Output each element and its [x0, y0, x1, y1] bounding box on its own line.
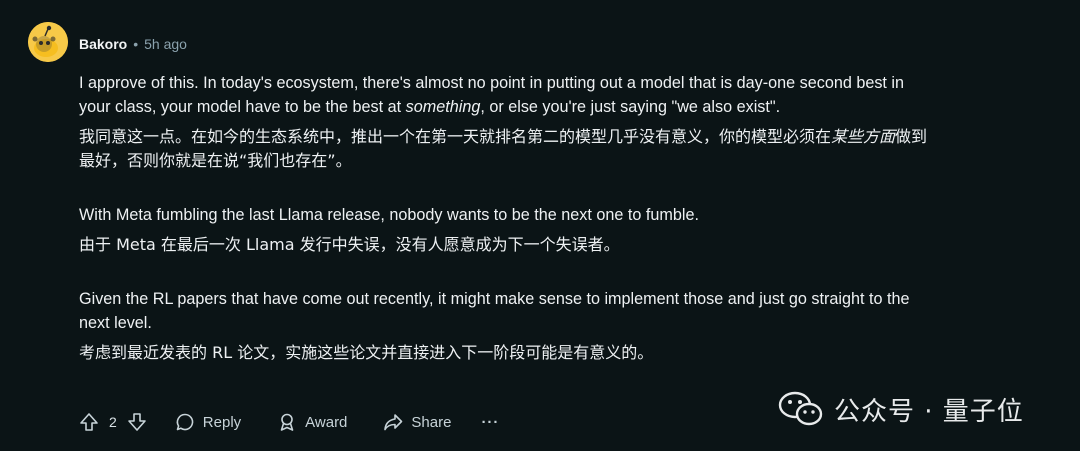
vote-count: 2 — [109, 414, 117, 430]
share-button[interactable]: Share — [383, 412, 451, 432]
snoo-avatar-icon — [28, 22, 68, 62]
paragraph-chinese-1: 我同意这一点。在如今的生态系统中，推出一个在第一天就排名第二的模型几乎没有意义，… — [79, 127, 928, 170]
reply-button[interactable]: Reply — [175, 412, 241, 432]
award-button[interactable]: Award — [277, 412, 347, 432]
watermark-text: 公众号 · 量子位 — [834, 396, 1024, 427]
emphasis-text-zh: 某些方面 — [831, 127, 896, 146]
paragraph-english-1: I approve of this. In today's ecosystem,… — [79, 74, 905, 116]
award-label: Award — [305, 413, 348, 431]
timestamp[interactable]: 5h ago — [144, 36, 187, 52]
paragraph-chinese-3: 考虑到最近发表的 RL 论文，实施这些论文并直接进入下一阶段可能是有意义的。 — [79, 343, 654, 362]
emphasis-text: something — [405, 98, 481, 116]
paragraph-chinese-2: 由于 Meta 在最后一次 Llama 发行中失误，没有人愿意成为下一个失误者。 — [79, 235, 620, 254]
wechat-icon — [778, 391, 823, 426]
watermark: 公众号 · 量子位 — [778, 389, 1024, 429]
upvote-button[interactable] — [79, 412, 99, 432]
comment-bubble-icon — [176, 413, 194, 431]
paragraph-english-2: With Meta fumbling the last Llama releas… — [79, 206, 699, 224]
meta-separator: • — [133, 36, 139, 52]
username-link[interactable]: Bakoro — [79, 36, 127, 52]
more-options-button[interactable]: ··· — [481, 414, 499, 431]
award-ribbon-icon — [280, 413, 294, 431]
comment-action-bar: 2 Reply Award Share ··· — [79, 408, 499, 436]
avatar[interactable] — [28, 22, 68, 62]
comment-header: Bakoro • 5h ago — [79, 34, 187, 54]
share-arrow-icon — [384, 414, 403, 431]
comment-body: I approve of this. In today's ecosystem,… — [79, 71, 939, 365]
share-label: Share — [411, 413, 452, 431]
paragraph-english-3: Given the RL papers that have come out r… — [79, 290, 910, 332]
downvote-button[interactable] — [127, 412, 147, 432]
reply-label: Reply — [202, 413, 242, 431]
upvote-arrow-icon — [80, 413, 98, 431]
downvote-arrow-icon — [127, 413, 146, 431]
